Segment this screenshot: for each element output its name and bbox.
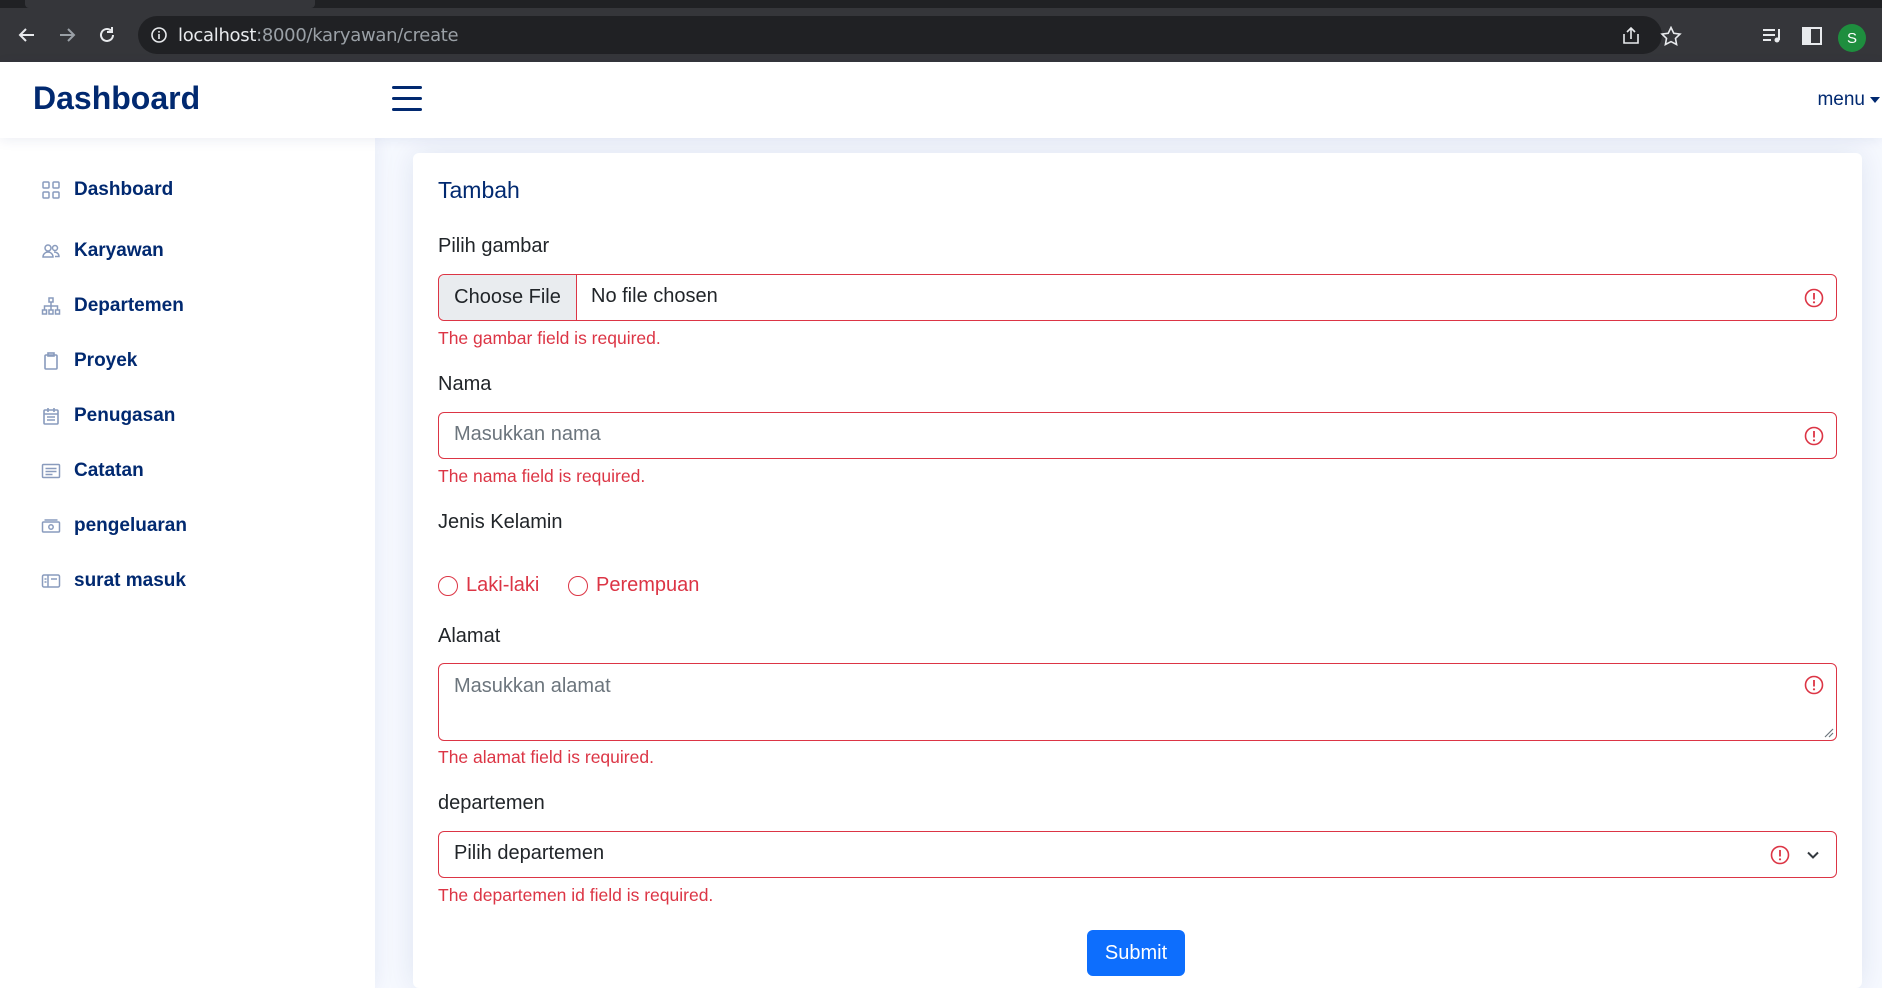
active-tab[interactable] xyxy=(25,0,315,8)
departemen-error: The departemen id field is required. xyxy=(438,885,714,905)
card-title: Tambah xyxy=(438,177,520,203)
sidebar-item-label: pengeluaran xyxy=(74,515,187,536)
address-bar[interactable]: localhost:8000/karyawan/create xyxy=(138,16,1682,54)
sidebar-item-dashboard[interactable]: Dashboard xyxy=(40,173,173,207)
card-text-icon xyxy=(40,460,62,482)
mail-card-icon xyxy=(40,570,62,592)
sidebar-item-label: surat masuk xyxy=(74,570,186,591)
menu-dropdown[interactable]: menu xyxy=(1817,89,1880,111)
app-header: Dashboard menu xyxy=(0,62,1882,138)
info-icon[interactable] xyxy=(150,26,168,44)
error-icon xyxy=(1804,426,1824,446)
choose-file-button[interactable]: Choose File xyxy=(439,275,577,320)
sidebar-item-penugasan[interactable]: Penugasan xyxy=(40,399,175,433)
sidebar-item-departemen[interactable]: Departemen xyxy=(40,289,184,323)
error-icon xyxy=(1804,675,1824,695)
url-path: :8000/karyawan/create xyxy=(256,25,459,46)
back-icon[interactable] xyxy=(14,22,40,48)
resize-handle-icon[interactable] xyxy=(1824,728,1834,738)
profile-avatar[interactable]: S xyxy=(1838,24,1866,52)
gambar-label: Pilih gambar xyxy=(438,235,550,257)
calendar-icon xyxy=(40,405,62,427)
browser-toolbar: localhost:8000/karyawan/create S xyxy=(0,8,1882,62)
sidebar-item-karyawan[interactable]: Karyawan xyxy=(40,234,164,268)
sidebar: Dashboard Karyawan Departemen Proyek Pen… xyxy=(0,138,375,988)
departemen-select[interactable]: Pilih departemen xyxy=(438,831,1837,878)
gambar-file-input[interactable]: Choose File No file chosen xyxy=(438,274,1837,321)
submit-button[interactable]: Submit xyxy=(1087,930,1185,976)
sidebar-item-label: Dashboard xyxy=(74,179,174,200)
sidebar-item-surat-masuk[interactable]: surat masuk xyxy=(40,564,186,598)
departemen-selected: Pilih departemen xyxy=(454,842,605,864)
brand-logo[interactable]: Dashboard xyxy=(33,80,200,117)
radio-perempuan[interactable]: Perempuan xyxy=(568,574,699,597)
sidepanel-icon[interactable] xyxy=(1800,24,1824,48)
diagram-icon xyxy=(40,295,62,317)
jenis-kelamin-label: Jenis Kelamin xyxy=(438,511,563,533)
cash-icon xyxy=(40,515,62,537)
radio-circle[interactable] xyxy=(438,575,458,596)
hamburger-menu-icon[interactable] xyxy=(392,86,422,112)
share-icon[interactable] xyxy=(1620,26,1642,46)
file-status: No file chosen xyxy=(591,285,718,307)
sidebar-item-catatan[interactable]: Catatan xyxy=(40,454,144,488)
grid-icon xyxy=(40,179,62,201)
alamat-placeholder: Masukkan alamat xyxy=(454,675,611,697)
radio-label: Laki-laki xyxy=(466,574,540,596)
sidebar-item-proyek[interactable]: Proyek xyxy=(40,344,137,378)
form-card: Tambah Pilih gambar Choose File No file … xyxy=(413,153,1862,988)
error-icon xyxy=(1770,845,1790,865)
sidebar-item-label: Proyek xyxy=(74,350,138,371)
tab-strip xyxy=(0,0,1882,8)
sidebar-item-pengeluaran[interactable]: pengeluaran xyxy=(40,509,187,543)
chevron-down-icon xyxy=(1807,851,1819,859)
alamat-error: The alamat field is required. xyxy=(438,747,654,767)
sidebar-item-label: Departemen xyxy=(74,295,184,316)
media-icon[interactable] xyxy=(1760,24,1784,48)
star-icon[interactable] xyxy=(1660,26,1682,46)
caret-down-icon xyxy=(1870,97,1880,103)
nama-placeholder: Masukkan nama xyxy=(454,423,601,445)
alamat-textarea[interactable]: Masukkan alamat xyxy=(438,663,1837,741)
forward-icon[interactable] xyxy=(54,22,80,48)
clipboard-icon xyxy=(40,350,62,372)
nama-error: The nama field is required. xyxy=(438,466,646,486)
reload-icon[interactable] xyxy=(94,22,120,48)
gambar-error: The gambar field is required. xyxy=(438,328,661,348)
departemen-label: departemen xyxy=(438,792,545,814)
menu-label: menu xyxy=(1817,89,1865,110)
people-icon xyxy=(40,240,62,262)
nama-input[interactable]: Masukkan nama xyxy=(438,412,1837,459)
sidebar-item-label: Penugasan xyxy=(74,405,176,426)
url-host: localhost xyxy=(178,25,257,46)
nama-label: Nama xyxy=(438,373,492,395)
url-text: localhost:8000/karyawan/create xyxy=(178,25,459,46)
radio-laki-laki[interactable]: Laki-laki xyxy=(438,574,539,597)
radio-circle[interactable] xyxy=(568,575,588,596)
sidebar-item-label: Catatan xyxy=(74,460,144,481)
sidebar-item-label: Karyawan xyxy=(74,240,164,261)
radio-label: Perempuan xyxy=(596,574,700,596)
alamat-label: Alamat xyxy=(438,625,501,647)
error-icon xyxy=(1804,288,1824,308)
